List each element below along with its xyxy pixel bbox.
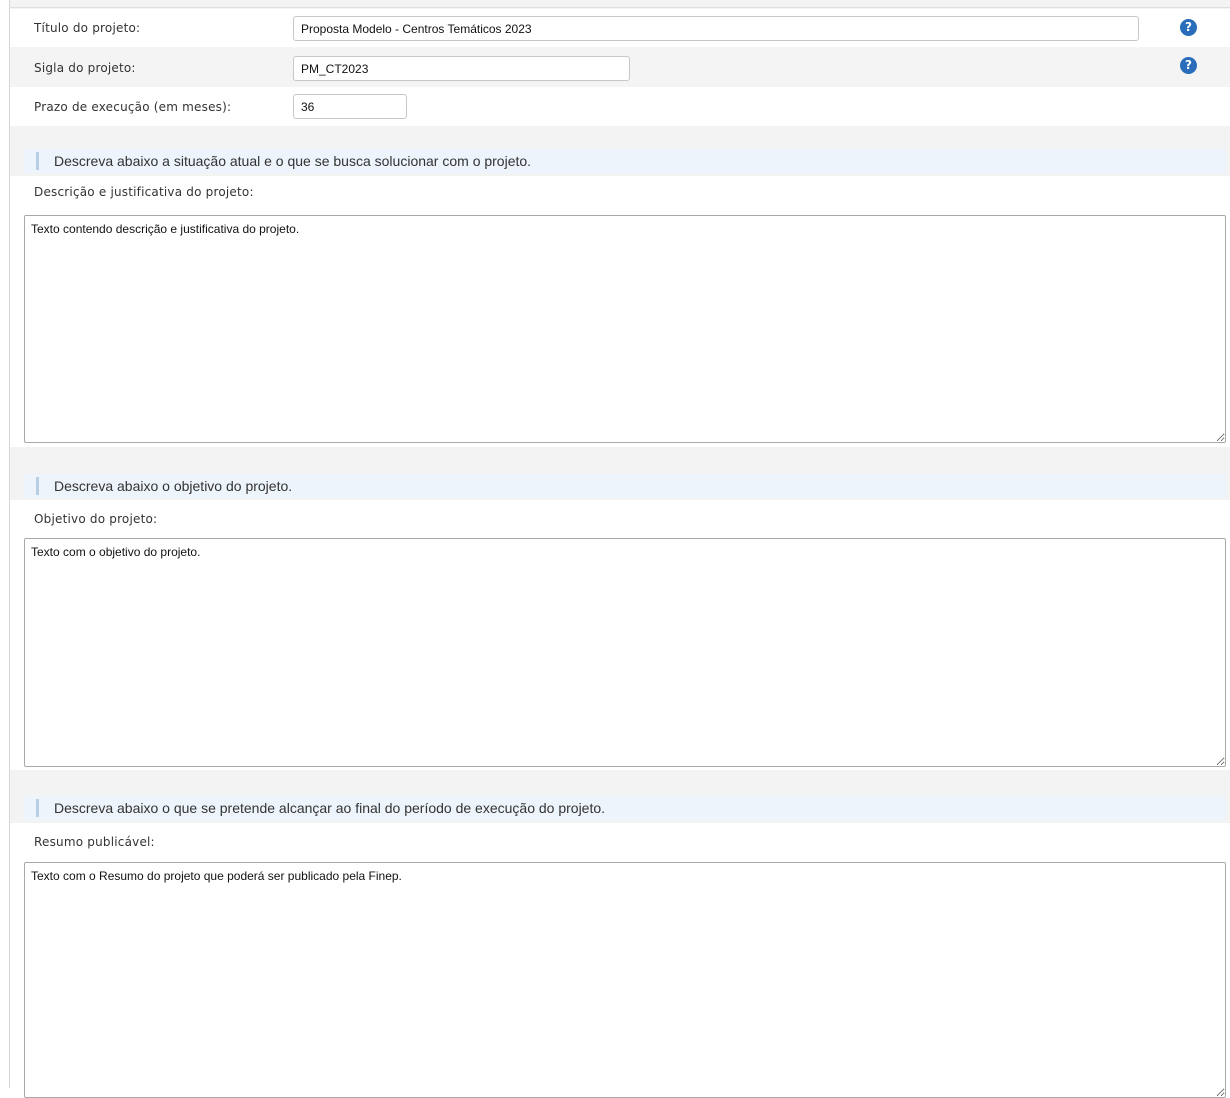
- resumo-textarea[interactable]: Texto com o Resumo do projeto que poderá…: [24, 862, 1226, 1098]
- section-accent-bar: [36, 477, 39, 495]
- field-row-sigla: Sigla do projeto: ?: [10, 47, 1230, 87]
- section-heading: Descreva abaixo o objetivo do projeto.: [24, 474, 1226, 498]
- section-accent-bar: [36, 799, 39, 817]
- descricao-textarea[interactable]: Texto contendo descrição e justificativa…: [24, 215, 1226, 443]
- field-row-prazo: Prazo de execução (em meses):: [10, 87, 1230, 126]
- prazo-label: Prazo de execução (em meses):: [34, 100, 232, 114]
- section-heading: Descreva abaixo o que se pretende alcanç…: [24, 796, 1226, 820]
- section-heading: Descreva abaixo a situação atual e o que…: [24, 149, 1226, 173]
- field-row-titulo: Título do projeto: ?: [10, 9, 1230, 47]
- section-heading-text: Descreva abaixo a situação atual e o que…: [54, 153, 532, 169]
- resumo-label: Resumo publicável:: [34, 835, 155, 849]
- titulo-label: Título do projeto:: [34, 21, 141, 35]
- sigla-input[interactable]: [293, 56, 630, 81]
- section-heading-text: Descreva abaixo o objetivo do projeto.: [54, 478, 293, 494]
- sigla-label: Sigla do projeto:: [34, 61, 136, 75]
- descricao-label: Descrição e justificativa do projeto:: [34, 185, 254, 199]
- objetivo-textarea[interactable]: Texto com o objetivo do projeto.: [24, 538, 1226, 767]
- help-icon[interactable]: ?: [1180, 19, 1197, 36]
- objetivo-label: Objetivo do projeto:: [34, 512, 158, 526]
- titulo-input[interactable]: [293, 16, 1139, 41]
- section-accent-bar: [36, 152, 39, 170]
- help-icon[interactable]: ?: [1180, 57, 1197, 74]
- section-heading-text: Descreva abaixo o que se pretende alcanç…: [54, 800, 606, 816]
- divider: [9, 7, 1230, 8]
- prazo-input[interactable]: [293, 94, 407, 119]
